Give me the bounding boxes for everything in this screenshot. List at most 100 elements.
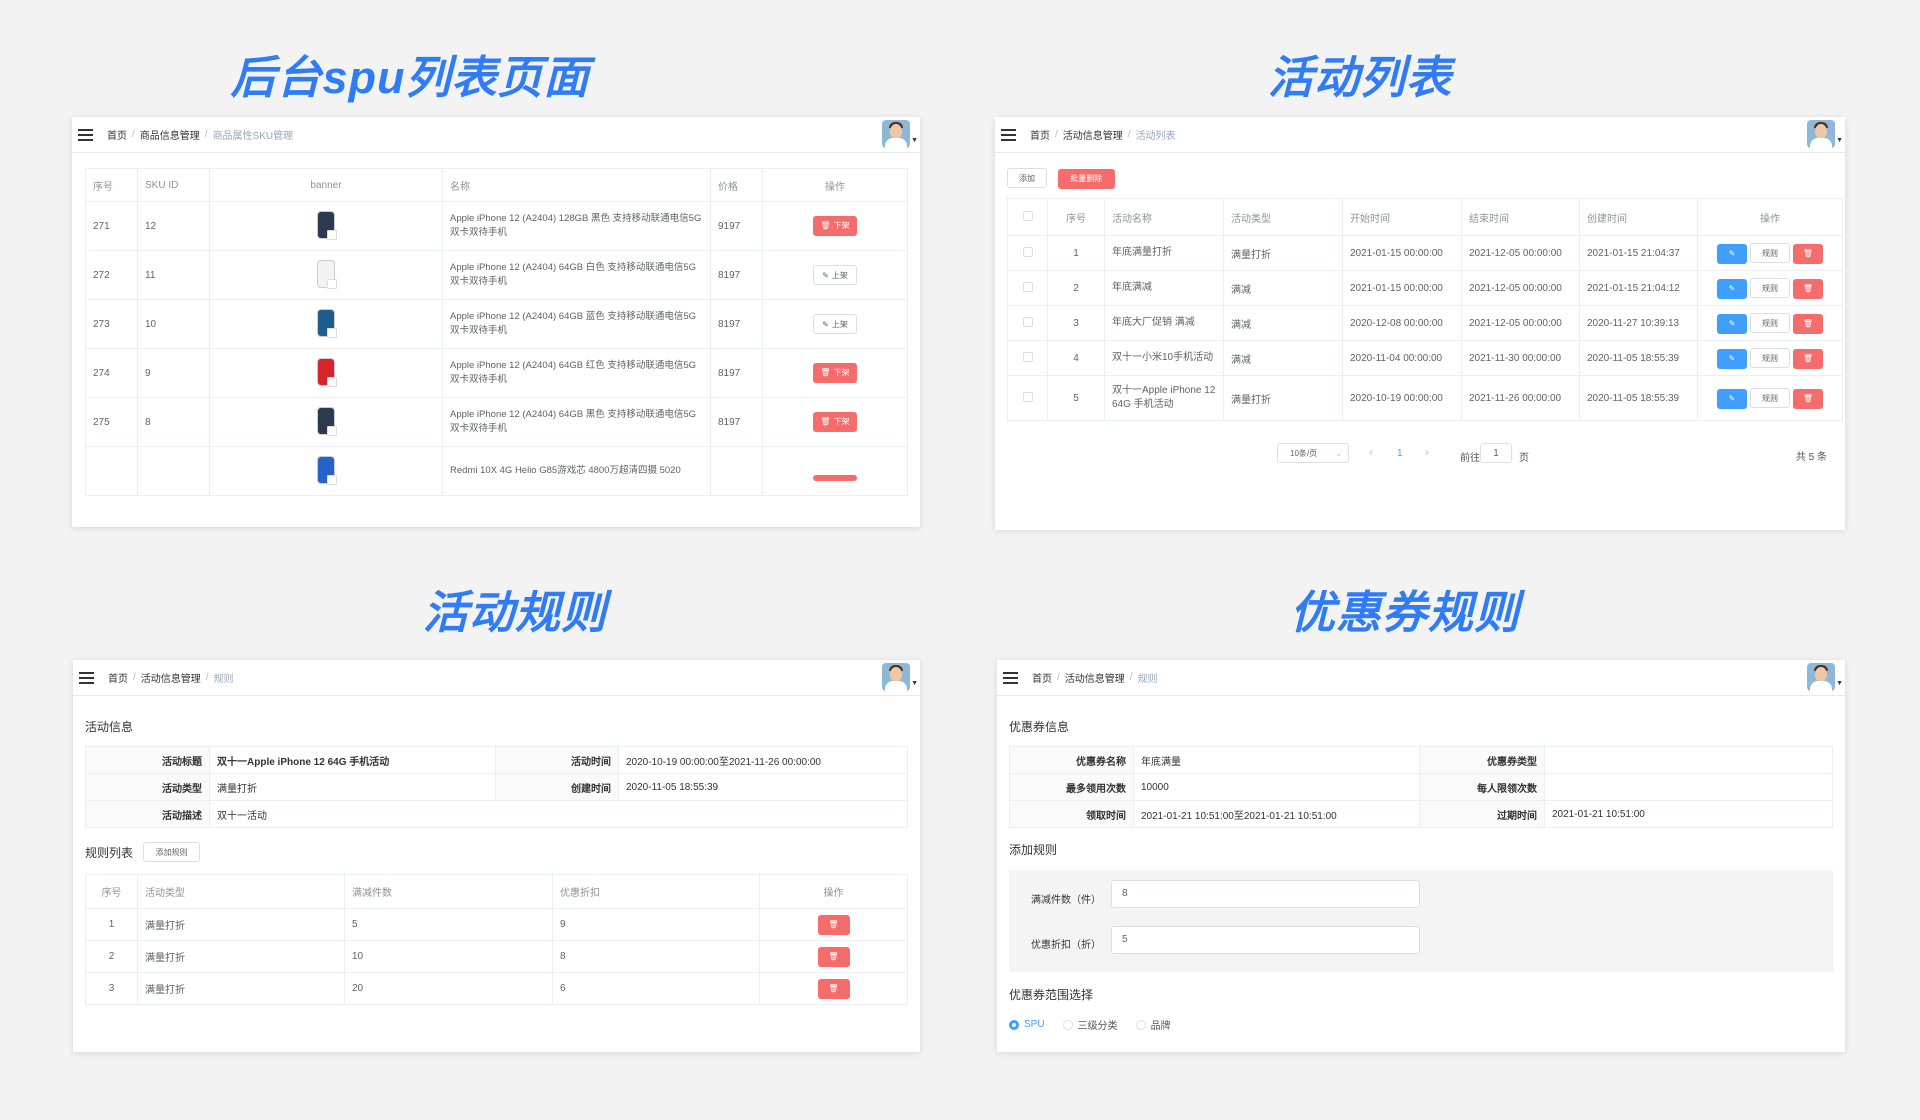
discount-input[interactable]: 5	[1111, 926, 1420, 954]
delist-button[interactable]: 🗑 下架	[813, 216, 857, 236]
hamburger-icon[interactable]	[78, 128, 93, 141]
row-checkbox[interactable]	[1007, 305, 1048, 341]
col-header-no: 序号	[1047, 198, 1105, 236]
action-label: 上架	[831, 320, 848, 329]
rule-button[interactable]: 规则	[1750, 347, 1790, 368]
cell-action: 🗑	[759, 972, 908, 1005]
row-checkbox[interactable]	[1007, 235, 1048, 271]
next-page-icon[interactable]: ›	[1425, 445, 1429, 459]
cell-created: 2021-01-15 21:04:37	[1579, 235, 1698, 271]
coupon-expire-value: 2021-01-21 10:51:00	[1544, 800, 1833, 828]
edit-button[interactable]: ✎	[1717, 243, 1747, 264]
radio-brand[interactable]: 品牌	[1135, 1017, 1171, 1032]
col-header-no: 序号	[85, 874, 138, 909]
hamburger-icon[interactable]	[79, 671, 94, 684]
cell-name: 年底满减	[1104, 270, 1224, 306]
avatar[interactable]	[1807, 120, 1835, 148]
radio-spu-label: SPU	[1024, 1019, 1045, 1030]
goto-page-input[interactable]: 1	[1480, 443, 1512, 463]
breadcrumb-home[interactable]: 首页	[1032, 670, 1052, 685]
avatar[interactable]	[882, 120, 910, 148]
cell-banner	[209, 348, 443, 398]
cell-name: 年底满量打折	[1104, 235, 1224, 271]
info-type-value: 满量打折	[209, 773, 496, 801]
page-size-label: 10条/页	[1290, 449, 1318, 458]
range-heading: 优惠券范围选择	[1009, 988, 1094, 1002]
delist-button[interactable]: 🗑 下架	[813, 363, 857, 383]
breadcrumb-home[interactable]: 首页	[108, 670, 128, 685]
select-all-checkbox[interactable]	[1007, 198, 1048, 236]
radio-category[interactable]: 三级分类	[1062, 1017, 1118, 1032]
trash-icon: 🗑	[828, 983, 839, 993]
trash-icon: 🗑	[820, 221, 831, 230]
table-row: 275 8 Apple iPhone 12 (A2404) 64GB 黑色 支持移动…	[85, 397, 908, 447]
page-size-select[interactable]: 10条/页 ⌄	[1277, 443, 1349, 463]
add-rule-form: 满减件数（件） 8 优惠折扣（折） 5	[1009, 870, 1833, 972]
cell-name: 双十一小米10手机活动	[1104, 340, 1224, 376]
edit-button[interactable]: ✎	[1717, 313, 1747, 334]
info-desc-label: 活动描述	[85, 800, 210, 828]
radio-spu[interactable]: SPU	[1009, 1019, 1045, 1030]
rule-button[interactable]: 规则	[1750, 242, 1790, 263]
caret-down-icon[interactable]: ▼	[1836, 137, 1843, 144]
list-button[interactable]: ✎ 上架	[813, 314, 857, 334]
edit-button[interactable]: ✎	[1717, 388, 1747, 409]
row-checkbox[interactable]	[1007, 270, 1048, 306]
trash-icon: 🗑	[1802, 318, 1814, 328]
rule-button[interactable]: 规则	[1750, 312, 1790, 333]
cell-name: Redmi 10X 4G Helio G85游戏芯 4800万超清四摄 5020	[442, 446, 711, 496]
cell-action: 🗑	[759, 908, 908, 941]
radio-unchecked-icon	[1062, 1019, 1073, 1030]
rule-button[interactable]: 规则	[1750, 277, 1790, 298]
delete-button[interactable]: 🗑	[1793, 313, 1823, 334]
delete-button[interactable]: 🗑	[1793, 388, 1823, 409]
cell-created: 2020-11-05 18:55:39	[1579, 340, 1698, 376]
list-button[interactable]: ✎ 上架	[813, 265, 857, 285]
rule-button[interactable]: 规则	[1750, 387, 1790, 408]
count-input[interactable]: 8	[1111, 880, 1420, 908]
delete-button[interactable]: 🗑	[1793, 278, 1823, 299]
edit-button[interactable]: ✎	[1717, 348, 1747, 369]
avatar[interactable]	[882, 663, 910, 691]
col-header-count: 满减件数	[344, 874, 553, 909]
batch-delete-button[interactable]: 批量删除	[1057, 169, 1115, 189]
hamburger-icon[interactable]	[1001, 128, 1016, 141]
cell-type: 满量打折	[1223, 375, 1343, 421]
product-image	[317, 210, 337, 240]
row-checkbox[interactable]	[1007, 340, 1048, 376]
breadcrumb-section[interactable]: 商品信息管理	[140, 127, 200, 142]
edit-button[interactable]: ✎	[1717, 278, 1747, 299]
cell-banner	[209, 299, 443, 349]
delete-button[interactable]: 🗑	[817, 946, 850, 967]
delete-button[interactable]: 🗑	[817, 978, 850, 999]
breadcrumb: 首页 / 商品信息管理 / 商品属性SKU管理	[107, 127, 294, 142]
breadcrumb-home[interactable]: 首页	[1030, 127, 1050, 142]
breadcrumb-section[interactable]: 活动信息管理	[1063, 127, 1123, 142]
caret-down-icon[interactable]: ▼	[1836, 680, 1843, 687]
delete-button[interactable]: 🗑	[817, 914, 850, 935]
breadcrumb-section[interactable]: 活动信息管理	[1065, 670, 1125, 685]
avatar[interactable]	[1807, 663, 1835, 691]
row-checkbox[interactable]	[1007, 375, 1048, 421]
delete-button[interactable]: 🗑	[1793, 348, 1823, 369]
delete-button[interactable]: 🗑	[1793, 243, 1823, 264]
table-row: 271 12 Apple iPhone 12 (A2404) 128GB 黑色 支持…	[85, 201, 908, 251]
add-rule-button[interactable]: 添加规则	[143, 842, 201, 862]
breadcrumb-current: 商品属性SKU管理	[212, 131, 294, 142]
prev-page-icon[interactable]: ‹	[1369, 445, 1373, 459]
caret-down-icon[interactable]: ▼	[911, 680, 918, 687]
caret-down-icon[interactable]: ▼	[911, 137, 918, 144]
delist-button[interactable]: 🗑 下架	[813, 412, 857, 432]
hamburger-icon[interactable]	[1003, 671, 1018, 684]
cell-no: 5	[1047, 375, 1105, 421]
add-button[interactable]: 添加	[1007, 168, 1047, 188]
cell-action: 🗑 下架	[762, 397, 908, 447]
table-row: 2 满量打折 10 8 🗑	[85, 940, 908, 973]
cell-action: ✎ 规则 🗑	[1697, 305, 1843, 341]
breadcrumb-home[interactable]: 首页	[107, 127, 127, 142]
page-number-current[interactable]: 1	[1397, 448, 1403, 459]
delist-button[interactable]	[813, 475, 857, 481]
breadcrumb-section[interactable]: 活动信息管理	[141, 670, 201, 685]
top-navbar: 首页 / 活动信息管理 / 规则 ▼	[997, 660, 1845, 696]
info-created-label: 创建时间	[495, 773, 619, 801]
